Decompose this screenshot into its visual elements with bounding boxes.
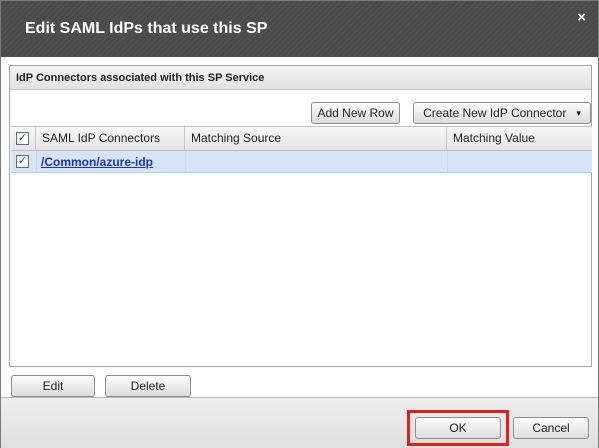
row-divider bbox=[185, 151, 186, 173]
ok-button-highlight bbox=[407, 410, 509, 446]
table-row[interactable]: ✓ /Common/azure-idp bbox=[11, 151, 592, 173]
column-matching-source[interactable]: Matching Source bbox=[185, 127, 447, 150]
idp-connectors-section: IdP Connectors associated with this SP S… bbox=[9, 65, 592, 367]
table-header: ✓ SAML IdP Connectors Matching Source Ma… bbox=[11, 126, 592, 151]
dialog-titlebar[interactable]: Edit SAML IdPs that use this SP × bbox=[1, 1, 598, 57]
row-checkbox[interactable]: ✓ bbox=[16, 155, 29, 168]
delete-button-label: Delete bbox=[130, 379, 166, 393]
select-all-checkbox[interactable]: ✓ bbox=[16, 132, 29, 145]
column-saml-idp-connectors[interactable]: SAML IdP Connectors bbox=[36, 127, 185, 150]
section-header: IdP Connectors associated with this SP S… bbox=[10, 66, 591, 90]
chevron-down-icon: ▾ bbox=[576, 108, 581, 118]
create-idp-connector-label: Create New IdP Connector bbox=[423, 106, 567, 120]
section-header-title: IdP Connectors associated with this SP S… bbox=[16, 72, 265, 84]
close-icon[interactable]: × bbox=[577, 10, 586, 25]
connector-link[interactable]: /Common/azure-idp bbox=[41, 155, 153, 169]
select-all-column: ✓ bbox=[11, 127, 36, 150]
cancel-button[interactable]: Cancel bbox=[513, 417, 589, 439]
cancel-button-label: Cancel bbox=[532, 421, 570, 435]
create-idp-connector-button[interactable]: Create New IdP Connector ▾ bbox=[413, 102, 591, 124]
edit-button[interactable]: Edit bbox=[11, 375, 95, 397]
row-divider bbox=[447, 151, 448, 173]
row-divider bbox=[36, 151, 37, 173]
add-new-row-label: Add New Row bbox=[317, 106, 394, 120]
edit-button-label: Edit bbox=[42, 379, 64, 393]
delete-button[interactable]: Delete bbox=[105, 375, 191, 397]
edit-saml-idps-dialog: Edit SAML IdPs that use this SP × IdP Co… bbox=[0, 0, 599, 448]
add-new-row-button[interactable]: Add New Row bbox=[311, 102, 400, 124]
column-matching-value[interactable]: Matching Value bbox=[447, 127, 592, 150]
dialog-title: Edit SAML IdPs that use this SP bbox=[25, 20, 268, 37]
idp-connectors-table: ✓ SAML IdP Connectors Matching Source Ma… bbox=[11, 126, 592, 366]
